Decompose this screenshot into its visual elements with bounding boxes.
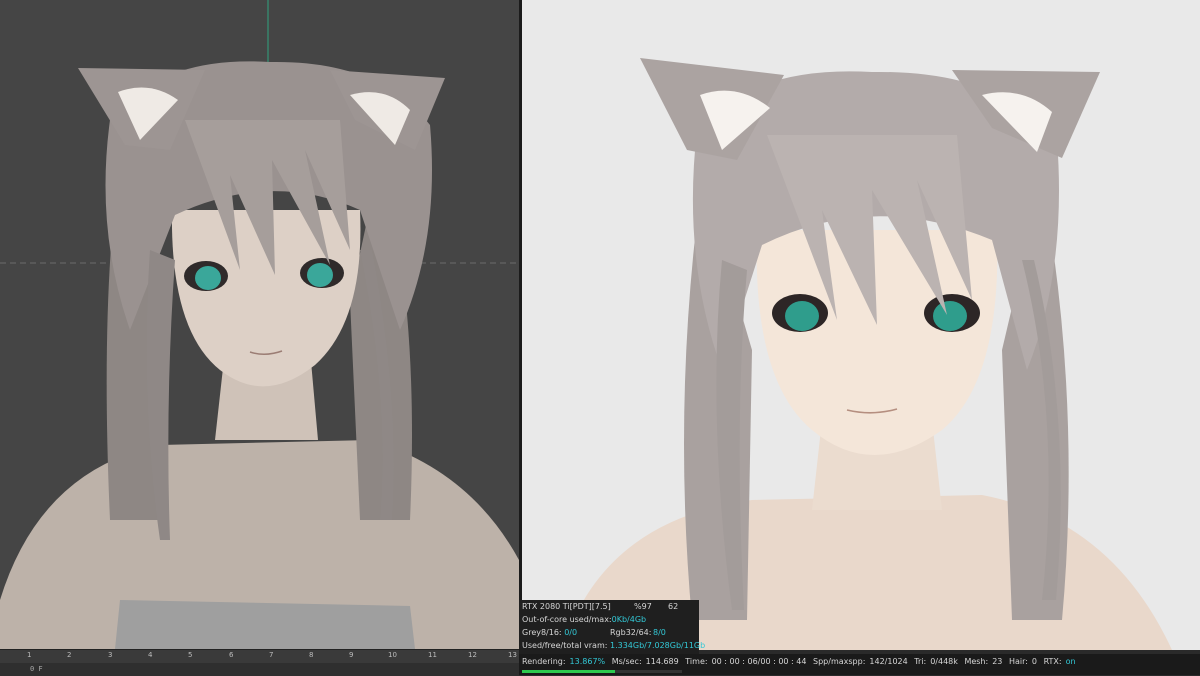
viewport-3d[interactable] xyxy=(0,0,519,649)
timeline-tick: 11 xyxy=(428,651,437,659)
vram-row: Used/free/total vram: 1.334Gb/7.028Gb/11… xyxy=(522,640,705,652)
hair-value: 0 xyxy=(1031,657,1038,666)
vram-label: Used/free/total vram: xyxy=(522,641,608,650)
gpu-percent: %97 xyxy=(634,602,652,611)
render-stats-panel: RTX 2080 Ti[PDT][7.5] %97 62 Out-of-core… xyxy=(519,600,705,654)
timeline-tick: 12 xyxy=(468,651,477,659)
model-plane xyxy=(115,600,415,649)
timeline-tick: 5 xyxy=(188,651,193,659)
mesh-value: 23 xyxy=(992,657,1003,666)
timeline-tick: 13 xyxy=(508,651,517,659)
ms-value: 114.689 xyxy=(645,657,679,666)
current-frame-label: 0 F xyxy=(30,665,43,673)
timeline-tick: 10 xyxy=(388,651,397,659)
gpu-name: RTX 2080 Ti[PDT][7.5] xyxy=(522,602,611,611)
spp-value: 142/1024 xyxy=(869,657,908,666)
timeline-tick: 3 xyxy=(108,651,113,659)
rtx-value: on xyxy=(1065,657,1076,666)
out-of-core-label: Out-of-core used/max: xyxy=(522,615,612,624)
mesh-label: Mesh: xyxy=(964,657,989,666)
hair-label: Hair: xyxy=(1008,657,1028,666)
time-value: 00 : 00 : 06/00 : 00 : 44 xyxy=(711,657,807,666)
texture-row: Grey8/16: 0/0 Rgb32/64: 8/0 xyxy=(522,627,666,639)
timeline-tick: 4 xyxy=(148,651,153,659)
timeline-tick: 1 xyxy=(27,651,32,659)
render-view[interactable] xyxy=(522,0,1200,650)
vram-value: 1.334Gb/7.028Gb/11Gb xyxy=(609,641,706,650)
out-of-core-row: Out-of-core used/max:0Kb/4Gb xyxy=(522,614,646,626)
render-status-bar: Rendering: 13.867% Ms/sec: 114.689 Time: 00… xyxy=(519,654,1200,675)
viewport-model-render xyxy=(0,0,519,649)
grey-label: Grey8/16: xyxy=(522,628,562,637)
timeline-tick: 2 xyxy=(67,651,72,659)
spp-label: Spp/maxspp: xyxy=(813,657,866,666)
rendering-label: Rendering: xyxy=(522,657,566,666)
grey-value: 0/0 xyxy=(564,628,578,637)
tri-value: 0/448k xyxy=(930,657,958,666)
rgb-label: Rgb32/64: xyxy=(610,628,652,637)
rtx-label: RTX: xyxy=(1043,657,1062,666)
time-label: Time: xyxy=(685,657,708,666)
gpu-temp: 62 xyxy=(668,602,679,611)
timeline-ruler[interactable]: 1 2 3 4 5 6 7 8 9 10 11 12 13 xyxy=(0,650,519,663)
timeline-tick: 9 xyxy=(349,651,354,659)
gpu-row: RTX 2080 Ti[PDT][7.5] %97 62 xyxy=(522,601,678,613)
out-of-core-value: 0Kb/4Gb xyxy=(611,615,647,624)
timeline-tick: 8 xyxy=(309,651,314,659)
render-image xyxy=(522,0,1200,650)
render-progress-fill xyxy=(522,670,615,673)
rendering-value: 13.867% xyxy=(569,657,606,666)
ms-label: Ms/sec: xyxy=(611,657,642,666)
timeline-track[interactable]: 0 F xyxy=(0,663,519,676)
tri-label: Tri: xyxy=(914,657,927,666)
timeline-tick: 7 xyxy=(269,651,274,659)
timeline[interactable]: 1 2 3 4 5 6 7 8 9 10 11 12 13 0 F xyxy=(0,649,519,676)
status-text: Rendering: 13.867% Ms/sec: 114.689 Time: 00… xyxy=(522,657,1080,666)
rgb-value: 8/0 xyxy=(653,628,666,637)
timeline-tick: 6 xyxy=(229,651,234,659)
render-progress-bar xyxy=(522,670,682,673)
